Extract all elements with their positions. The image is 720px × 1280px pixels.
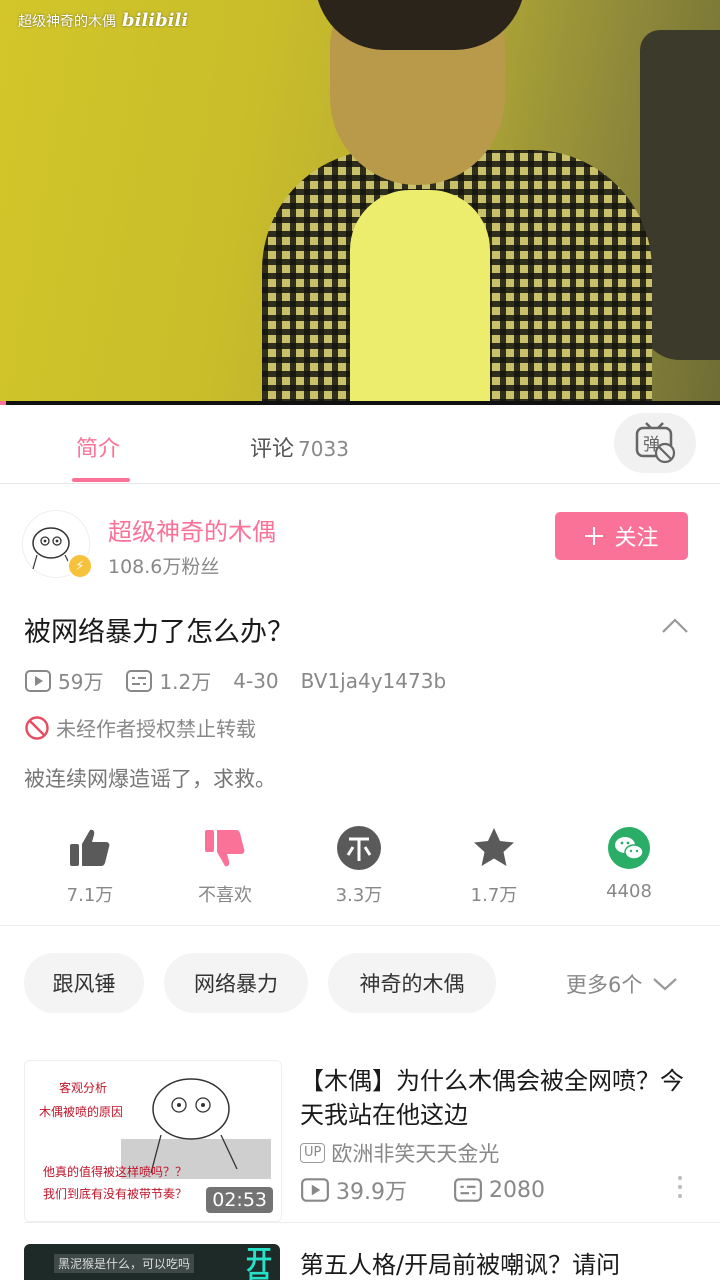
danmaku-count-icon: [126, 669, 153, 692]
related-uploader: UP 欧洲非笑天天金光: [300, 1138, 499, 1168]
related-danmaku-count: 2080: [489, 1177, 545, 1203]
tag-row: 跟风锤 网络暴力 神奇的木偶 更多6个: [0, 953, 720, 1015]
related-title[interactable]: 【木偶】为什么木偶会被全网喷？今天我站在他这边: [300, 1064, 690, 1132]
favorite-count: 1.7万: [470, 885, 518, 906]
related-danmaku: 2080: [453, 1177, 545, 1203]
thumb-caption: 他真的值得被这样喷吗？？: [43, 1165, 188, 1179]
related-views: 39.9万: [300, 1174, 407, 1206]
video-description: 被连续网爆造谣了，求救。: [24, 767, 276, 791]
related-video-item[interactable]: 客观分析 木偶被喷的原因 他真的值得被这样喷吗？？ 我们到底有没有被带节奏？ 0…: [0, 1040, 720, 1222]
related-video-item[interactable]: 黑泥猴是什么，可以吃吗 开 局 第五人格/开局前被嘲讽？请问: [0, 1244, 720, 1280]
coin-icon: [337, 826, 381, 870]
watermark-channel: 超级神奇的木偶: [18, 13, 116, 30]
danmaku-count-icon: [454, 1178, 482, 1202]
thumb-caption: 客观分析: [59, 1081, 108, 1095]
like-button[interactable]: 7.1万: [30, 823, 150, 907]
danmaku-toggle-icon: 弹: [635, 422, 676, 464]
views-stat: 59万: [24, 666, 103, 695]
tab-comments-label: 评论: [250, 437, 295, 462]
chevron-down-icon: [653, 978, 678, 991]
publish-date: 4-30: [233, 668, 279, 693]
uploader-fans: 108.6万粉丝: [108, 556, 220, 578]
dislike-label: 不喜欢: [198, 885, 252, 906]
bilibili-logo: bilibili: [122, 10, 189, 31]
section-divider: [0, 925, 720, 926]
tag-chip[interactable]: 神奇的木偶: [328, 953, 496, 1013]
coin-count: 3.3万: [335, 885, 383, 906]
video-background: [640, 30, 720, 360]
play-count-icon: [301, 1178, 329, 1202]
related-stats: 39.9万 2080: [300, 1174, 591, 1206]
views-count: 59万: [58, 670, 104, 694]
action-bar: 7.1万 不喜欢 3.3万 1.7万 4408: [0, 823, 720, 923]
related-title[interactable]: 第五人格/开局前被嘲讽？请问: [300, 1248, 690, 1280]
tab-active-indicator: [72, 478, 130, 482]
collapse-chevron-icon[interactable]: [660, 614, 690, 638]
related-thumbnail[interactable]: 黑泥猴是什么，可以吃吗 开 局: [24, 1244, 280, 1280]
related-views-count: 39.9万: [336, 1180, 407, 1205]
coin-button[interactable]: 3.3万: [299, 823, 419, 907]
tag-chip[interactable]: 网络暴力: [164, 953, 308, 1013]
favorite-button[interactable]: 1.7万: [434, 823, 554, 907]
star-icon: [474, 828, 514, 866]
bvid: BV1ja4y1473b: [300, 668, 447, 693]
thumbs-down-icon: [205, 830, 245, 867]
more-tags-label: 更多6个: [566, 973, 643, 997]
related-thumbnail[interactable]: 客观分析 木偶被喷的原因 他真的值得被这样喷吗？？ 我们到底有没有被带节奏？ 0…: [24, 1060, 282, 1222]
danmaku-count: 1.2万: [159, 670, 212, 694]
thumb-caption: 局: [246, 1264, 272, 1280]
video-player[interactable]: 超级神奇的木偶 bilibili: [0, 0, 720, 405]
related-uploader-name: 欧洲非笑天天金光: [331, 1142, 500, 1166]
thumb-caption: 木偶被喷的原因: [39, 1105, 124, 1119]
share-button[interactable]: 4408: [569, 823, 689, 902]
repost-notice-text: 未经作者授权禁止转载: [56, 717, 256, 741]
video-frame-figure-shirt: [350, 190, 490, 405]
dislike-button[interactable]: 不喜欢: [165, 823, 285, 907]
thumb-caption: 黑泥猴是什么，可以吃吗: [54, 1254, 195, 1273]
tab-intro[interactable]: 简介: [76, 431, 120, 463]
follow-button[interactable]: 关注: [555, 512, 688, 560]
detail-tabs: 简介 评论 7033 弹: [0, 405, 720, 484]
share-count: 4408: [606, 881, 652, 902]
uploader-avatar[interactable]: ⚡: [22, 510, 93, 579]
danmaku-toggle-button[interactable]: 弹: [614, 413, 696, 473]
uploader-name[interactable]: 超级神奇的木偶: [108, 512, 276, 547]
video-watermark: 超级神奇的木偶 bilibili: [18, 10, 188, 31]
thumbs-up-icon: [70, 829, 110, 866]
tag-chip[interactable]: 跟风锤: [24, 953, 144, 1013]
follow-label: 关注: [614, 526, 659, 551]
more-tags-button[interactable]: 更多6个: [566, 969, 678, 999]
like-count: 7.1万: [66, 885, 114, 906]
uploader-row: ⚡ 超级神奇的木偶 108.6万粉丝 关注: [0, 490, 720, 590]
video-title: 被网络暴力了怎么办？: [24, 617, 294, 648]
tab-comments[interactable]: 评论 7033: [250, 431, 349, 463]
plus-icon: [585, 527, 604, 545]
more-options-icon[interactable]: [676, 1176, 684, 1198]
related-divider: [24, 1222, 720, 1223]
up-badge-icon: UP: [300, 1143, 326, 1163]
verified-badge-icon: ⚡: [67, 553, 93, 579]
repost-notice: 未经作者授权禁止转载: [24, 713, 256, 742]
comment-count: 7033: [298, 437, 349, 461]
forbidden-icon: [25, 715, 49, 740]
video-stats: 59万 1.2万 4-30 BV1ja4y1473b: [24, 666, 468, 695]
thumb-caption: 我们到底有没有被带节奏？: [43, 1187, 188, 1201]
wechat-icon: [608, 827, 650, 869]
play-count-icon: [25, 669, 51, 692]
danmaku-stat: 1.2万: [125, 666, 211, 695]
video-duration: 02:53: [206, 1187, 273, 1213]
